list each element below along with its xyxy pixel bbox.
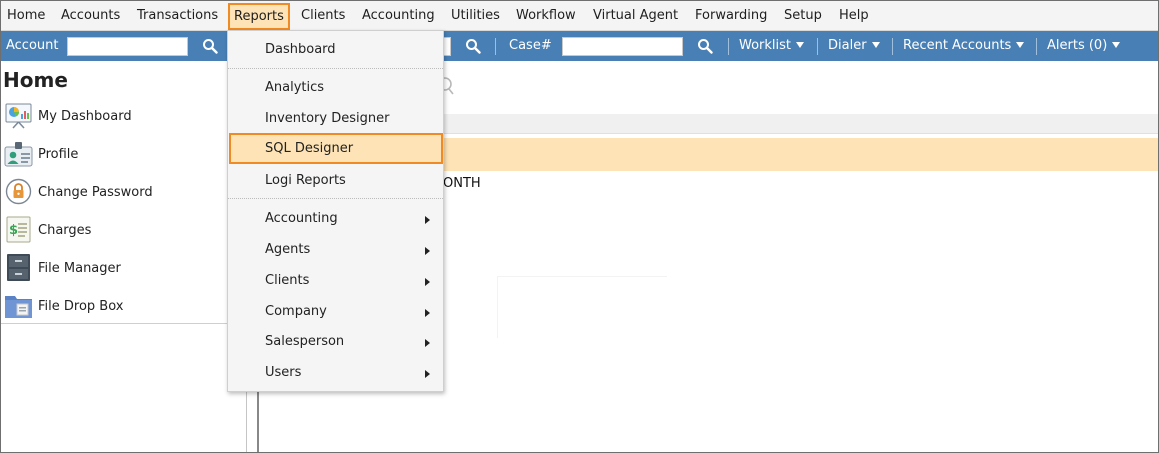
dashboard-icon [5, 103, 32, 129]
case-label: Case# [509, 38, 552, 53]
charges-icon: $ [6, 216, 31, 243]
menu-item-sql-designer[interactable]: SQL Designer [229, 133, 443, 164]
menu-item-analytics[interactable]: Analytics [265, 80, 324, 95]
menu-item-inventory-designer[interactable]: Inventory Designer [265, 111, 389, 126]
sidebar-item-label: File Drop Box [38, 299, 124, 314]
account-label: Account [6, 38, 59, 53]
caret-down-icon [1112, 42, 1121, 48]
menu-forwarding[interactable]: Forwarding [695, 8, 767, 23]
lock-icon [5, 178, 32, 205]
submenu-arrow-icon [425, 247, 430, 255]
menu-item-label: SQL Designer [265, 141, 354, 156]
sidebar-item-my-dashboard[interactable]: My Dashboard [4, 101, 244, 133]
search-icon[interactable] [465, 38, 481, 54]
recent-accounts-label: Recent Accounts [903, 38, 1012, 53]
worklist-label: Worklist [739, 38, 792, 53]
menu-item-users[interactable]: Users [265, 365, 301, 380]
menu-reports[interactable]: Reports [228, 3, 290, 30]
search-icon[interactable] [202, 38, 218, 54]
menu-setup[interactable]: Setup [784, 8, 822, 23]
case-search-input[interactable] [562, 37, 683, 56]
toolbar-divider [495, 38, 496, 55]
submenu-arrow-icon [425, 339, 430, 347]
reports-dropdown-menu: Dashboard Analytics Inventory Designer S… [227, 30, 444, 392]
alerts-label: Alerts (0) [1047, 38, 1108, 53]
menu-item-accounting[interactable]: Accounting [265, 211, 338, 226]
alerts-dropdown[interactable]: Alerts (0) [1047, 38, 1121, 53]
menu-accounts[interactable]: Accounts [61, 8, 120, 23]
row-text: ONTH [443, 176, 481, 191]
toolbar-divider [817, 38, 818, 55]
sidebar-item-label: Profile [38, 147, 79, 162]
dialer-label: Dialer [828, 38, 867, 53]
sidebar-item-change-password[interactable]: Change Password [4, 177, 244, 209]
file-cabinet-icon [7, 254, 30, 281]
sidebar-item-label: My Dashboard [38, 109, 132, 124]
worklist-dropdown[interactable]: Worklist [739, 38, 805, 53]
submenu-arrow-icon [425, 309, 430, 317]
sidebar-item-label: File Manager [38, 261, 121, 276]
caret-down-icon [871, 42, 880, 48]
menu-separator [228, 68, 443, 69]
folder-icon [5, 296, 32, 318]
menu-item-dashboard[interactable]: Dashboard [265, 42, 336, 57]
submenu-arrow-icon [425, 216, 430, 224]
sidebar-item-file-manager[interactable]: File Manager [4, 253, 244, 285]
sidebar-item-label: Charges [38, 223, 92, 238]
panel-divider [246, 390, 247, 452]
search-icon[interactable] [697, 38, 713, 54]
submenu-arrow-icon [425, 370, 430, 378]
menu-virtual-agent[interactable]: Virtual Agent [593, 8, 678, 23]
account-search-input[interactable] [67, 37, 188, 56]
menu-help[interactable]: Help [839, 8, 869, 23]
menu-item-clients[interactable]: Clients [265, 273, 309, 288]
menu-item-agents[interactable]: Agents [265, 242, 310, 257]
menu-utilities[interactable]: Utilities [451, 8, 500, 23]
toolbar-divider [1036, 38, 1037, 55]
menu-item-company[interactable]: Company [265, 304, 327, 319]
menu-item-salesperson[interactable]: Salesperson [265, 334, 344, 349]
toolbar-divider [728, 38, 729, 55]
search-toolbar: Account Case# Worklist Dialer Recent Acc… [1, 31, 1158, 61]
home-sidebar: Home My Dashboard Profile Change Passwor… [1, 61, 246, 452]
menu-item-logi-reports[interactable]: Logi Reports [265, 173, 346, 188]
menu-home[interactable]: Home [7, 8, 45, 23]
sidebar-divider [1, 323, 246, 324]
panel-splitter[interactable] [257, 390, 259, 452]
caret-down-icon [796, 42, 805, 48]
dialer-dropdown[interactable]: Dialer [828, 38, 880, 53]
menu-accounting[interactable]: Accounting [362, 8, 435, 23]
profile-icon [4, 142, 33, 167]
top-menu-bar: Home Accounts Transactions Reports Clien… [1, 1, 1158, 31]
caret-down-icon [1016, 42, 1025, 48]
sidebar-item-label: Change Password [38, 185, 153, 200]
menu-workflow[interactable]: Workflow [516, 8, 576, 23]
sidebar-item-profile[interactable]: Profile [4, 139, 244, 171]
svg-text:$: $ [9, 223, 18, 238]
menu-transactions[interactable]: Transactions [137, 8, 218, 23]
recent-accounts-dropdown[interactable]: Recent Accounts [903, 38, 1025, 53]
toolbar-divider [892, 38, 893, 55]
sidebar-item-file-drop-box[interactable]: File Drop Box [4, 291, 244, 323]
menu-separator [228, 198, 443, 199]
content-panel [497, 276, 667, 338]
page-title: Home [3, 68, 68, 92]
sidebar-item-charges[interactable]: $ Charges [4, 215, 244, 247]
menu-clients[interactable]: Clients [301, 8, 345, 23]
submenu-arrow-icon [425, 278, 430, 286]
